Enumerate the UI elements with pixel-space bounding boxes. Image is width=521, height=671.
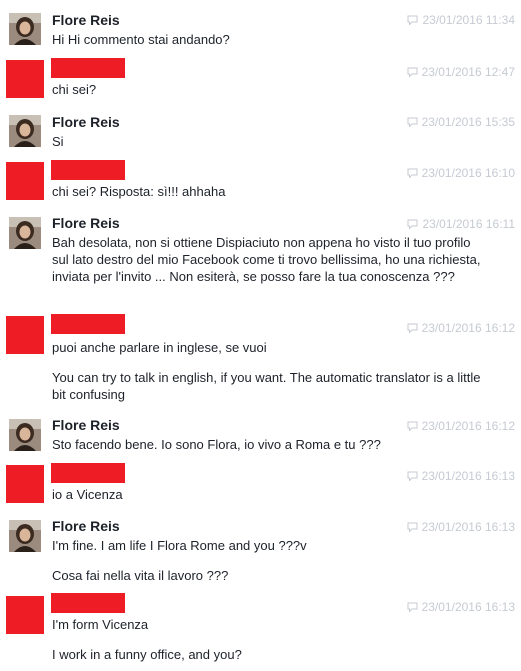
avatar[interactable] bbox=[9, 419, 41, 451]
speech-bubble-icon bbox=[407, 602, 418, 612]
message-timestamp: 23/01/2016 16:13 bbox=[407, 520, 515, 534]
redacted-sender-name bbox=[51, 463, 125, 483]
timestamp-text: 23/01/2016 16:13 bbox=[421, 469, 515, 483]
message-text: chi sei? bbox=[52, 82, 97, 97]
timestamp-text: 23/01/2016 16:12 bbox=[421, 419, 515, 433]
message-text: Sto facendo bene. Io sono Flora, io vivo… bbox=[52, 437, 381, 452]
timestamp-text: 23/01/2016 16:11 bbox=[422, 217, 515, 231]
redacted-avatar bbox=[6, 162, 44, 200]
redacted-avatar bbox=[6, 60, 44, 98]
avatar[interactable] bbox=[9, 520, 41, 552]
sender-name[interactable]: Flore Reis bbox=[52, 114, 120, 130]
message-timestamp: 23/01/2016 15:35 bbox=[407, 115, 515, 129]
speech-bubble-icon bbox=[407, 168, 418, 178]
redacted-avatar bbox=[6, 316, 44, 354]
timestamp-text: 23/01/2016 11:34 bbox=[422, 13, 515, 27]
message-text: I'm form Vicenza bbox=[52, 617, 149, 632]
message-text: io a Vicenza bbox=[52, 487, 123, 502]
timestamp-text: 23/01/2016 16:10 bbox=[421, 166, 515, 180]
redacted-sender-name bbox=[51, 593, 125, 613]
timestamp-text: 23/01/2016 15:35 bbox=[421, 115, 515, 129]
sender-name[interactable]: Flore Reis bbox=[52, 215, 120, 231]
message-text: Bah desolata, non si ottiene Dispiaciuto… bbox=[52, 235, 481, 284]
message-thread: Flore Reis 23/01/2016 11:34 Hi Hi commen… bbox=[0, 0, 521, 671]
avatar[interactable] bbox=[9, 115, 41, 147]
speech-bubble-icon bbox=[407, 471, 418, 481]
redacted-sender-name bbox=[51, 314, 125, 334]
sender-name[interactable]: Flore Reis bbox=[52, 12, 120, 28]
profile-photo-icon bbox=[9, 217, 41, 249]
message-timestamp: 23/01/2016 16:12 bbox=[407, 321, 515, 335]
avatar[interactable] bbox=[9, 13, 41, 45]
speech-bubble-icon bbox=[407, 219, 418, 229]
timestamp-text: 23/01/2016 16:13 bbox=[421, 600, 515, 614]
sender-name[interactable]: Flore Reis bbox=[52, 518, 120, 534]
message-timestamp: 23/01/2016 16:12 bbox=[407, 419, 515, 433]
speech-bubble-icon bbox=[407, 323, 418, 333]
message-text: Cosa fai nella vita il lavoro ??? bbox=[52, 568, 229, 583]
message-timestamp: 23/01/2016 12:47 bbox=[407, 65, 515, 79]
message-timestamp: 23/01/2016 16:13 bbox=[407, 600, 515, 614]
message-timestamp: 23/01/2016 16:10 bbox=[407, 166, 515, 180]
speech-bubble-icon bbox=[407, 15, 418, 25]
timestamp-text: 23/01/2016 16:12 bbox=[421, 321, 515, 335]
profile-photo-icon bbox=[9, 13, 41, 45]
message-text: chi sei? Risposta: sì!!! ahhaha bbox=[52, 184, 226, 199]
redacted-avatar bbox=[6, 465, 44, 503]
message-timestamp: 23/01/2016 16:13 bbox=[407, 469, 515, 483]
timestamp-text: 23/01/2016 16:13 bbox=[421, 520, 515, 534]
profile-photo-icon bbox=[9, 520, 41, 552]
speech-bubble-icon bbox=[407, 522, 418, 532]
message-timestamp: 23/01/2016 11:34 bbox=[407, 13, 515, 27]
speech-bubble-icon bbox=[407, 421, 418, 431]
speech-bubble-icon bbox=[407, 67, 418, 77]
avatar[interactable] bbox=[9, 217, 41, 249]
timestamp-text: 23/01/2016 12:47 bbox=[421, 65, 515, 79]
message-text: You can try to talk in english, if you w… bbox=[52, 370, 481, 402]
message-text: puoi anche parlare in inglese, se vuoi bbox=[52, 340, 267, 355]
message-text: I'm fine. I am life I Flora Rome and you… bbox=[52, 538, 307, 553]
profile-photo-icon bbox=[9, 115, 41, 147]
redacted-sender-name bbox=[51, 58, 125, 78]
message-text: I work in a funny office, and you? bbox=[52, 647, 242, 662]
message-text: Hi Hi commento stai andando? bbox=[52, 32, 230, 47]
profile-photo-icon bbox=[9, 419, 41, 451]
message-timestamp: 23/01/2016 16:11 bbox=[407, 217, 515, 231]
redacted-sender-name bbox=[51, 160, 125, 180]
speech-bubble-icon bbox=[407, 117, 418, 127]
message-text: Si bbox=[52, 134, 64, 149]
redacted-avatar bbox=[6, 596, 44, 634]
sender-name[interactable]: Flore Reis bbox=[52, 417, 120, 433]
